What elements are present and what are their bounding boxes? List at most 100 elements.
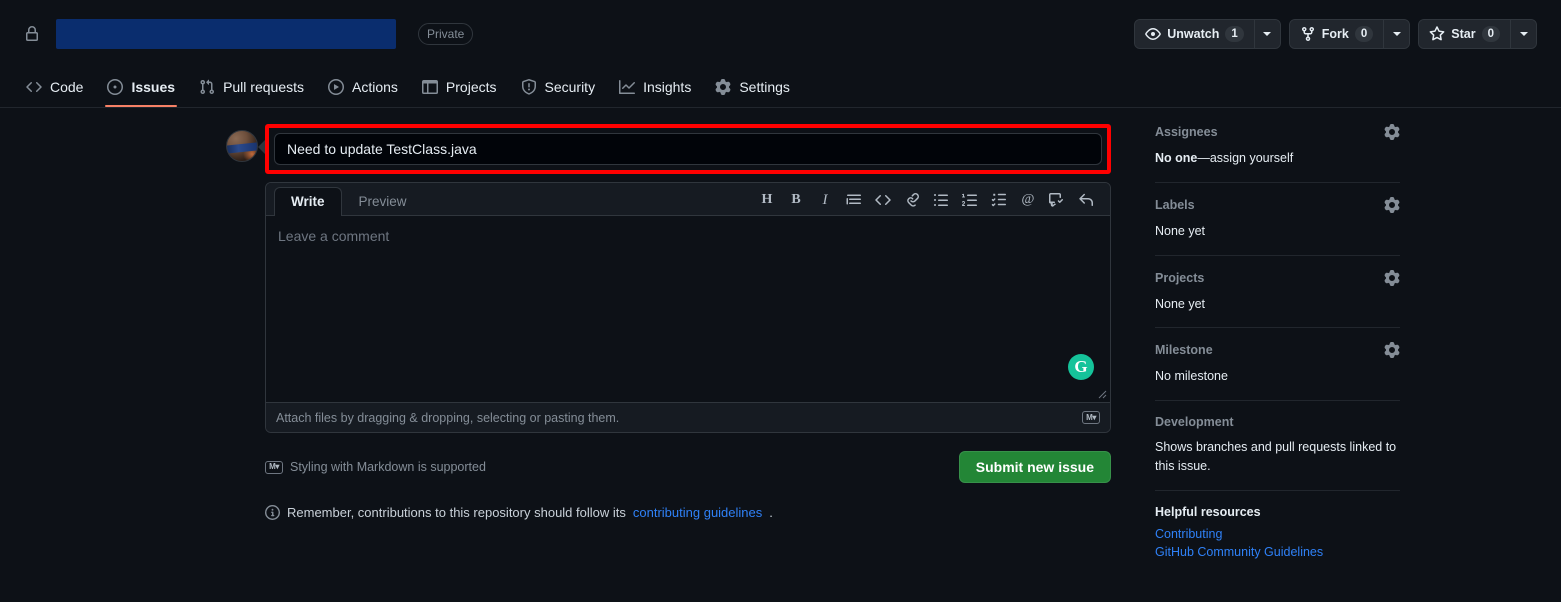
gear-icon[interactable] <box>1384 342 1400 359</box>
code-icon[interactable] <box>873 190 893 210</box>
star-dropdown-button[interactable] <box>1510 20 1536 48</box>
markdown-icon: M▾ <box>265 460 283 474</box>
composer-tabnav: Write Preview <box>274 187 424 218</box>
projects-value: None yet <box>1155 296 1206 311</box>
comment-composer-header: Write Preview H B I @ <box>266 183 1110 218</box>
gear-icon[interactable] <box>1384 196 1400 213</box>
contributing-link[interactable]: Contributing <box>1155 527 1400 541</box>
nav-item-code[interactable]: Code <box>16 73 93 107</box>
heading-icon[interactable]: H <box>757 190 777 210</box>
repo-nav: Code Issues Pull requests Actions Projec… <box>0 68 1561 108</box>
unordered-list-icon[interactable] <box>931 190 951 210</box>
contrib-note-prefix: Remember, contributions to this reposito… <box>287 505 626 520</box>
nav-item-pull-requests[interactable]: Pull requests <box>189 73 314 107</box>
fork-dropdown-button[interactable] <box>1383 20 1410 48</box>
unwatch-button[interactable]: Unwatch 1 <box>1135 20 1254 48</box>
markdown-toolbar: H B I @ <box>757 190 1102 216</box>
grammarly-icon[interactable]: G <box>1068 354 1094 380</box>
dropzone-text: Attach files by dragging & dropping, sel… <box>276 410 620 425</box>
milestone-title: Milestone <box>1155 343 1213 358</box>
labels-title: Labels <box>1155 197 1195 212</box>
issue-title-input[interactable] <box>274 133 1102 165</box>
star-button-group[interactable]: Star 0 <box>1418 19 1537 49</box>
reply-icon[interactable] <box>1076 190 1096 210</box>
mention-icon[interactable]: @ <box>1018 190 1038 210</box>
markdown-note-text: Styling with Markdown is supported <box>290 460 486 474</box>
comment-textarea[interactable] <box>266 216 1110 402</box>
submit-new-issue-button[interactable]: Submit new issue <box>958 451 1111 483</box>
info-icon <box>265 505 280 520</box>
nav-item-issues[interactable]: Issues <box>97 73 185 107</box>
chevron-down-icon <box>1519 32 1528 36</box>
assign-yourself-link[interactable]: —assign yourself <box>1197 151 1293 165</box>
assignees-none: No one <box>1155 151 1198 165</box>
fork-button-group[interactable]: Fork 0 <box>1288 19 1411 49</box>
assignees-header: Assignees <box>1155 124 1400 140</box>
avatar <box>226 130 258 162</box>
gear-icon[interactable] <box>1384 269 1400 286</box>
contributing-guidelines-link[interactable]: contributing guidelines <box>633 505 762 520</box>
italic-icon[interactable]: I <box>815 190 835 210</box>
gear-icon[interactable] <box>1384 124 1400 140</box>
nav-label: Pull requests <box>223 79 304 95</box>
milestone-value: No milestone <box>1155 369 1228 384</box>
contributing-guidelines-note: Remember, contributions to this reposito… <box>265 505 1111 520</box>
nav-item-projects[interactable]: Projects <box>412 73 507 107</box>
fork-button[interactable]: Fork 0 <box>1289 20 1384 48</box>
task-list-icon[interactable] <box>989 190 1009 210</box>
sidebar-section-development: Development Shows branches and pull requ… <box>1155 400 1400 490</box>
markdown-supported-note: M▾ Styling with Markdown is supported <box>265 460 486 474</box>
quote-icon[interactable] <box>844 190 864 210</box>
issue-title-row <box>226 124 1111 174</box>
watch-dropdown-button[interactable] <box>1253 20 1280 48</box>
play-icon <box>328 79 344 95</box>
tab-preview[interactable]: Preview <box>342 187 424 217</box>
milestone-header: Milestone <box>1155 342 1400 359</box>
sidebar-section-projects: Projects None yet <box>1155 254 1400 328</box>
attach-files-dropzone[interactable]: Attach files by dragging & dropping, sel… <box>266 402 1110 432</box>
assignees-title: Assignees <box>1155 125 1218 139</box>
composer-actions-row: M▾ Styling with Markdown is supported Su… <box>265 451 1111 483</box>
comment-body: G <box>266 216 1110 402</box>
issue-opened-icon <box>107 79 124 95</box>
git-pull-request-icon <box>199 79 215 95</box>
repo-title-row: Private <box>24 19 474 49</box>
sidebar-section-assignees: Assignees No one—assign yourself <box>1155 124 1400 182</box>
nav-item-security[interactable]: Security <box>511 73 606 107</box>
community-guidelines-link[interactable]: GitHub Community Guidelines <box>1155 545 1400 559</box>
assignees-value: No one—assign yourself <box>1155 149 1400 168</box>
markdown-icon: M▾ <box>1082 411 1100 424</box>
bold-icon[interactable]: B <box>786 190 806 210</box>
eye-icon <box>1145 26 1162 42</box>
star-icon <box>1429 26 1445 42</box>
issue-sidebar: Assignees No one—assign yourself Labels … <box>1155 124 1400 573</box>
nav-item-insights[interactable]: Insights <box>609 73 701 107</box>
comment-caret <box>258 140 265 154</box>
sidebar-section-labels: Labels None yet <box>1155 181 1400 255</box>
nav-label: Projects <box>445 79 497 95</box>
lock-icon <box>24 26 40 42</box>
projects-title: Projects <box>1155 270 1205 285</box>
star-button[interactable]: Star 0 <box>1419 20 1510 48</box>
header-actions: Unwatch 1 Fork 0 Star 0 <box>1134 19 1537 49</box>
nav-item-settings[interactable]: Settings <box>705 73 800 107</box>
nav-label: Settings <box>739 79 790 95</box>
nav-item-actions[interactable]: Actions <box>318 73 408 107</box>
development-header: Development <box>1155 415 1400 429</box>
fork-icon <box>1300 26 1316 42</box>
issue-title-highlight <box>265 124 1111 174</box>
tab-write[interactable]: Write <box>274 187 342 217</box>
repo-name-redacted[interactable] <box>56 19 396 49</box>
helpful-resources-title: Helpful resources <box>1155 504 1261 519</box>
repo-header: Private Unwatch 1 Fork 0 Star 0 <box>0 0 1561 68</box>
projects-header: Projects <box>1155 269 1400 286</box>
sidebar-section-milestone: Milestone No milestone <box>1155 327 1400 400</box>
nav-label: Insights <box>643 79 692 95</box>
ordered-list-icon[interactable] <box>960 190 980 210</box>
resize-handle-icon[interactable] <box>1095 387 1107 399</box>
comment-composer: Write Preview H B I @ Leave a comment G … <box>265 182 1111 433</box>
shield-icon <box>521 79 537 95</box>
link-icon[interactable] <box>902 190 922 210</box>
watch-button-group[interactable]: Unwatch 1 <box>1134 19 1281 49</box>
saved-reply-icon[interactable] <box>1047 190 1067 210</box>
